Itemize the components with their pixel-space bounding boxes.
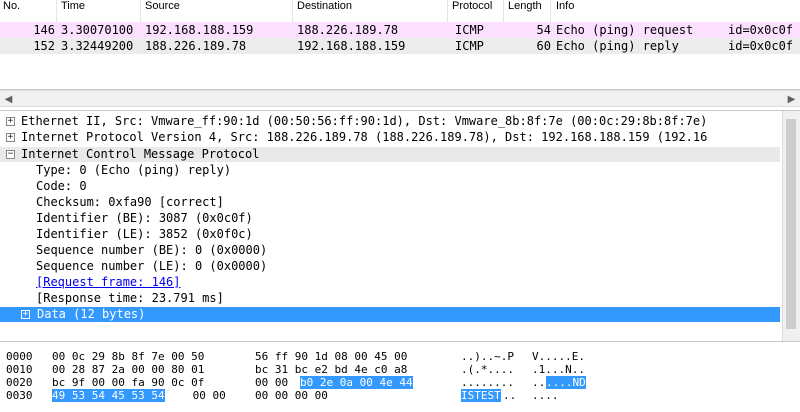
hex-offset: 0020 [6,376,33,389]
column-header-destination[interactable]: Destination [297,0,352,17]
hex-bytes-b-selected: b0 2e 0a 00 4e 44 [300,376,413,389]
packet-details-tree: + Ethernet II, Src: Vmware_ff:90:1d (00:… [0,110,800,342]
expand-icon[interactable]: + [21,310,30,319]
hex-offset: 0030 [6,389,33,402]
cell-length: 60 [536,39,551,53]
field-code[interactable]: Code: 0 [0,179,780,194]
packet-row-146[interactable]: 146 3.30070100 192.168.188.159 188.226.1… [0,22,800,38]
field-type[interactable]: Type: 0 (Echo (ping) reply) [0,163,780,178]
packet-row-152[interactable]: 152 3.32449200 188.226.189.78 192.168.18… [0,38,800,54]
hex-bytes-a: 00 28 87 2a 00 00 80 01 [52,363,205,376]
tree-item-ethernet[interactable]: + Ethernet II, Src: Vmware_ff:90:1d (00:… [0,114,780,129]
scroll-right-icon[interactable]: ▶ [783,91,800,106]
tree-item-data[interactable]: + Data (12 bytes) [0,307,780,322]
cell-source: 188.226.189.78 [145,39,247,53]
hex-bytes-b: 00 00 00 00 [255,389,328,402]
column-header-time[interactable]: Time [61,0,85,17]
cell-length: 54 [536,23,551,37]
field-response-time[interactable]: [Response time: 23.791 ms] [0,291,780,306]
hex-row-0010[interactable]: 0010 00 28 87 2a 00 00 80 01 bc 31 bc e2… [0,363,585,376]
collapse-icon[interactable]: − [6,150,15,159]
details-vertical-scrollbar[interactable] [782,111,800,341]
packet-bytes-pane: 0000 00 0c 29 8b 8f 7e 00 50 56 ff 90 1d… [0,346,800,412]
hex-bytes-b: bc 31 bc e2 bd 4e c0 a8 [255,363,408,376]
column-header-source[interactable]: Source [145,0,180,17]
packet-list-horizontal-scrollbar[interactable]: ◀ ▶ [0,90,800,107]
field-label: Sequence number (BE): 0 (0x0000) [36,243,268,257]
ascii-a-selected: ISTEST [461,389,501,402]
field-label: Checksum: 0xfa90 [correct] [36,195,224,209]
hex-bytes-a: 00 0c 29 8b 8f 7e 00 50 [52,350,205,363]
field-label: Type: 0 (Echo (ping) reply) [36,163,232,177]
field-sequence-le[interactable]: Sequence number (LE): 0 (0x0000) [0,259,780,274]
expand-icon[interactable]: + [6,133,15,142]
field-sequence-be[interactable]: Sequence number (BE): 0 (0x0000) [0,243,780,258]
hex-bytes-a-selected: 49 53 54 45 53 54 [52,389,165,402]
field-label: Sequence number (LE): 0 (0x0000) [36,259,268,273]
hex-bytes-a-plain: 00 00 [186,389,226,402]
cell-destination: 188.226.189.78 [297,23,399,37]
tree-item-label: Internet Protocol Version 4, Src: 188.22… [21,130,708,144]
ascii-a: ........ [461,376,514,389]
ascii-b: .1...N.. [532,363,585,376]
field-label: Code: 0 [36,179,87,193]
column-header-length[interactable]: Length [508,0,542,17]
cell-source: 192.168.188.159 [145,23,254,37]
hex-row-0030[interactable]: 0030 49 53 54 45 53 54 00 00 00 00 00 00… [0,389,559,402]
hex-bytes-b: 56 ff 90 1d 08 00 45 00 [255,350,408,363]
hex-offset: 0000 [6,350,33,363]
ascii-b-plain: .. [532,376,546,389]
field-label: [Response time: 23.791 ms] [36,291,224,305]
field-identifier-le[interactable]: Identifier (LE): 3852 (0x0f0c) [0,227,780,242]
cell-no: 146 [33,23,55,37]
cell-no: 152 [33,39,55,53]
ascii-b-selected: ....ND [546,376,586,389]
ascii-b: V.....E. [532,350,585,363]
cell-time: 3.32449200 [61,39,134,53]
scrollbar-thumb[interactable] [786,119,796,329]
field-identifier-be[interactable]: Identifier (BE): 3087 (0x0c0f) [0,211,780,226]
cell-info: Echo (ping) request [556,23,694,37]
field-checksum[interactable]: Checksum: 0xfa90 [correct] [0,195,780,210]
column-header-no[interactable]: No. [3,0,20,17]
ascii-a-plain: .. [503,389,517,402]
field-label: Identifier (BE): 3087 (0x0c0f) [36,211,253,225]
hex-row-0000[interactable]: 0000 00 0c 29 8b 8f 7e 00 50 56 ff 90 1d… [0,350,585,363]
column-header-info[interactable]: Info [556,0,574,17]
cell-time: 3.30070100 [61,23,134,37]
field-label: Identifier (LE): 3852 (0x0f0c) [36,227,253,241]
tree-item-ip[interactable]: + Internet Protocol Version 4, Src: 188.… [0,130,780,145]
hex-bytes-a: bc 9f 00 00 fa 90 0c 0f [52,376,205,389]
field-request-frame[interactable]: [Request frame: 146] [0,275,780,290]
tree-item-label: Internet Control Message Protocol [21,147,260,161]
cell-info-id: id=0x0c0f [728,39,794,53]
expand-icon[interactable]: + [6,117,15,126]
ascii-a: ..)..~.P [461,350,514,363]
cell-destination: 192.168.188.159 [297,39,406,53]
request-frame-link[interactable]: [Request frame: 146] [36,275,181,290]
ascii-b: .... [532,389,559,402]
hex-bytes-b-plain: 00 00 [255,376,295,389]
packet-list-header: No. Time Source Destination Protocol Len… [0,0,800,23]
hex-offset: 0010 [6,363,33,376]
ascii-a: .(.*.... [461,363,514,376]
cell-info-id: id=0x0c0f [728,23,794,37]
hex-row-0020[interactable]: 0020 bc 9f 00 00 fa 90 0c 0f 00 00 b0 2e… [0,376,586,389]
cell-protocol: ICMP [455,23,484,37]
cell-info: Echo (ping) reply [556,39,679,53]
tree-item-icmp[interactable]: − Internet Control Message Protocol [0,147,780,162]
column-header-protocol[interactable]: Protocol [452,0,492,17]
scroll-left-icon[interactable]: ◀ [0,91,17,106]
tree-item-label: Ethernet II, Src: Vmware_ff:90:1d (00:50… [21,114,708,128]
tree-item-label: Data (12 bytes) [37,307,146,321]
cell-protocol: ICMP [455,39,484,53]
packet-list: No. Time Source Destination Protocol Len… [0,0,800,90]
